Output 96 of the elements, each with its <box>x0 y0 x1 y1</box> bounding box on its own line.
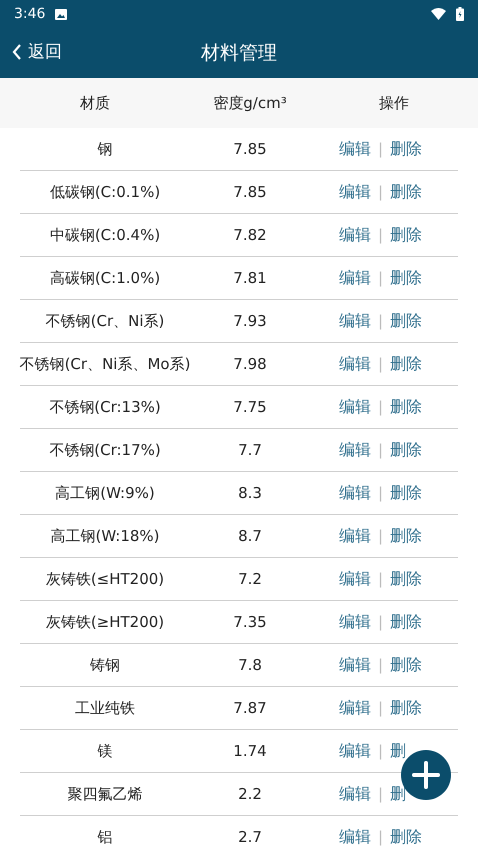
chevron-left-icon <box>12 44 22 60</box>
material-cell: 高碳钢(C:1.0%) <box>50 268 160 288</box>
separator: | <box>378 441 384 459</box>
density-cell: 2.7 <box>238 828 262 846</box>
material-cell: 工业纯铁 <box>75 698 135 718</box>
delete-link[interactable]: 删除 <box>390 440 422 460</box>
edit-link[interactable]: 编辑 <box>338 224 371 246</box>
column-header: 材质 <box>80 94 110 112</box>
material-cell: 低碳钢(C:0.1%) <box>50 182 160 202</box>
delete-link[interactable]: 删除 <box>390 224 422 246</box>
material-cell: 高工钢(W:18%) <box>50 526 160 546</box>
separator: | <box>378 656 384 674</box>
edit-link[interactable]: 编辑 <box>338 826 371 848</box>
edit-link[interactable]: 编辑 <box>338 568 371 590</box>
material-cell: 中碳钢(C:0.4%) <box>50 226 160 244</box>
edit-link[interactable]: 编辑 <box>338 396 371 418</box>
edit-link[interactable]: 编辑 <box>338 784 371 804</box>
material-cell: 聚四氟乙烯 <box>68 784 142 804</box>
edit-link[interactable]: 编辑 <box>338 612 371 632</box>
material-cell: 铸钢 <box>90 656 120 674</box>
density-cell: 7.35 <box>233 613 267 631</box>
status-time: 3:46 <box>14 6 46 22</box>
separator: | <box>378 613 384 631</box>
column-header: 密度g/cm³ <box>213 94 287 112</box>
delete-link[interactable]: 删除 <box>390 568 422 590</box>
plus-icon <box>412 761 440 789</box>
density-cell: 7.85 <box>233 183 267 201</box>
delete-link[interactable]: 删除 <box>390 138 422 160</box>
material-cell: 灰铸铁(≥HT200) <box>46 612 164 632</box>
delete-link[interactable]: 删除 <box>390 354 422 374</box>
density-cell: 7.87 <box>233 699 267 717</box>
material-cell: 不锈钢(Cr:13%) <box>49 398 161 416</box>
density-cell: 7.85 <box>233 140 267 158</box>
delete-link[interactable]: 删 <box>390 740 406 762</box>
edit-link[interactable]: 编辑 <box>338 440 371 460</box>
separator: | <box>378 527 384 545</box>
density-cell: 7.75 <box>233 398 267 416</box>
separator: | <box>378 355 384 373</box>
page-title: 材料管理 <box>201 41 277 66</box>
separator: | <box>378 699 384 717</box>
density-cell: 7.8 <box>238 656 262 674</box>
separator: | <box>378 570 384 588</box>
separator: | <box>378 398 384 416</box>
edit-link[interactable]: 编辑 <box>338 182 371 202</box>
separator: | <box>378 785 384 803</box>
edit-link[interactable]: 编辑 <box>338 354 371 374</box>
material-cell: 不锈钢(Cr、Ni系、Mo系) <box>20 354 190 374</box>
separator: | <box>378 140 384 158</box>
density-cell: 7.7 <box>238 441 262 459</box>
density-cell: 7.93 <box>233 312 267 330</box>
material-cell: 不锈钢(Cr、Ni系) <box>46 312 164 330</box>
separator: | <box>378 484 384 502</box>
delete-link[interactable]: 删除 <box>390 268 422 288</box>
separator: | <box>378 312 384 330</box>
column-header: 操作 <box>379 94 409 112</box>
material-cell: 高工钢(W:9%) <box>55 484 155 502</box>
material-cell: 灰铸铁(≤HT200) <box>46 570 164 588</box>
delete-link[interactable]: 删除 <box>390 482 422 504</box>
back-button[interactable]: 返回 <box>12 40 62 63</box>
edit-link[interactable]: 编辑 <box>338 740 371 762</box>
material-cell: 镁 <box>98 742 112 760</box>
edit-link[interactable]: 编辑 <box>338 138 371 160</box>
delete-link[interactable]: 删除 <box>390 526 422 546</box>
delete-link[interactable]: 删除 <box>390 310 422 332</box>
battery-icon <box>456 7 464 21</box>
material-cell: 钢 <box>98 140 112 158</box>
delete-link[interactable]: 删 <box>390 784 406 804</box>
wifi-icon <box>431 8 446 20</box>
density-cell: 8.7 <box>238 527 262 545</box>
edit-link[interactable]: 编辑 <box>338 654 371 676</box>
density-cell: 8.3 <box>238 484 262 502</box>
density-cell: 1.74 <box>233 742 267 760</box>
material-cell: 铝 <box>98 828 112 846</box>
image-icon <box>55 8 68 20</box>
density-cell: 7.2 <box>238 570 262 588</box>
edit-link[interactable]: 编辑 <box>338 310 371 332</box>
density-cell: 7.81 <box>233 269 267 287</box>
separator: | <box>378 269 384 287</box>
delete-link[interactable]: 删除 <box>390 182 422 202</box>
edit-link[interactable]: 编辑 <box>338 482 371 504</box>
separator: | <box>378 742 384 760</box>
delete-link[interactable]: 删除 <box>390 654 422 676</box>
density-cell: 7.98 <box>233 355 267 373</box>
separator: | <box>378 183 384 201</box>
delete-link[interactable]: 删除 <box>390 826 422 848</box>
separator: | <box>378 226 384 244</box>
separator: | <box>378 828 384 846</box>
delete-link[interactable]: 删除 <box>390 396 422 418</box>
delete-link[interactable]: 删除 <box>390 698 422 718</box>
density-cell: 7.82 <box>233 226 267 244</box>
material-cell: 不锈钢(Cr:17%) <box>49 440 161 460</box>
delete-link[interactable]: 删除 <box>390 612 422 632</box>
density-cell: 2.2 <box>238 785 262 803</box>
edit-link[interactable]: 编辑 <box>338 526 371 546</box>
edit-link[interactable]: 编辑 <box>338 268 371 288</box>
edit-link[interactable]: 编辑 <box>338 698 371 718</box>
